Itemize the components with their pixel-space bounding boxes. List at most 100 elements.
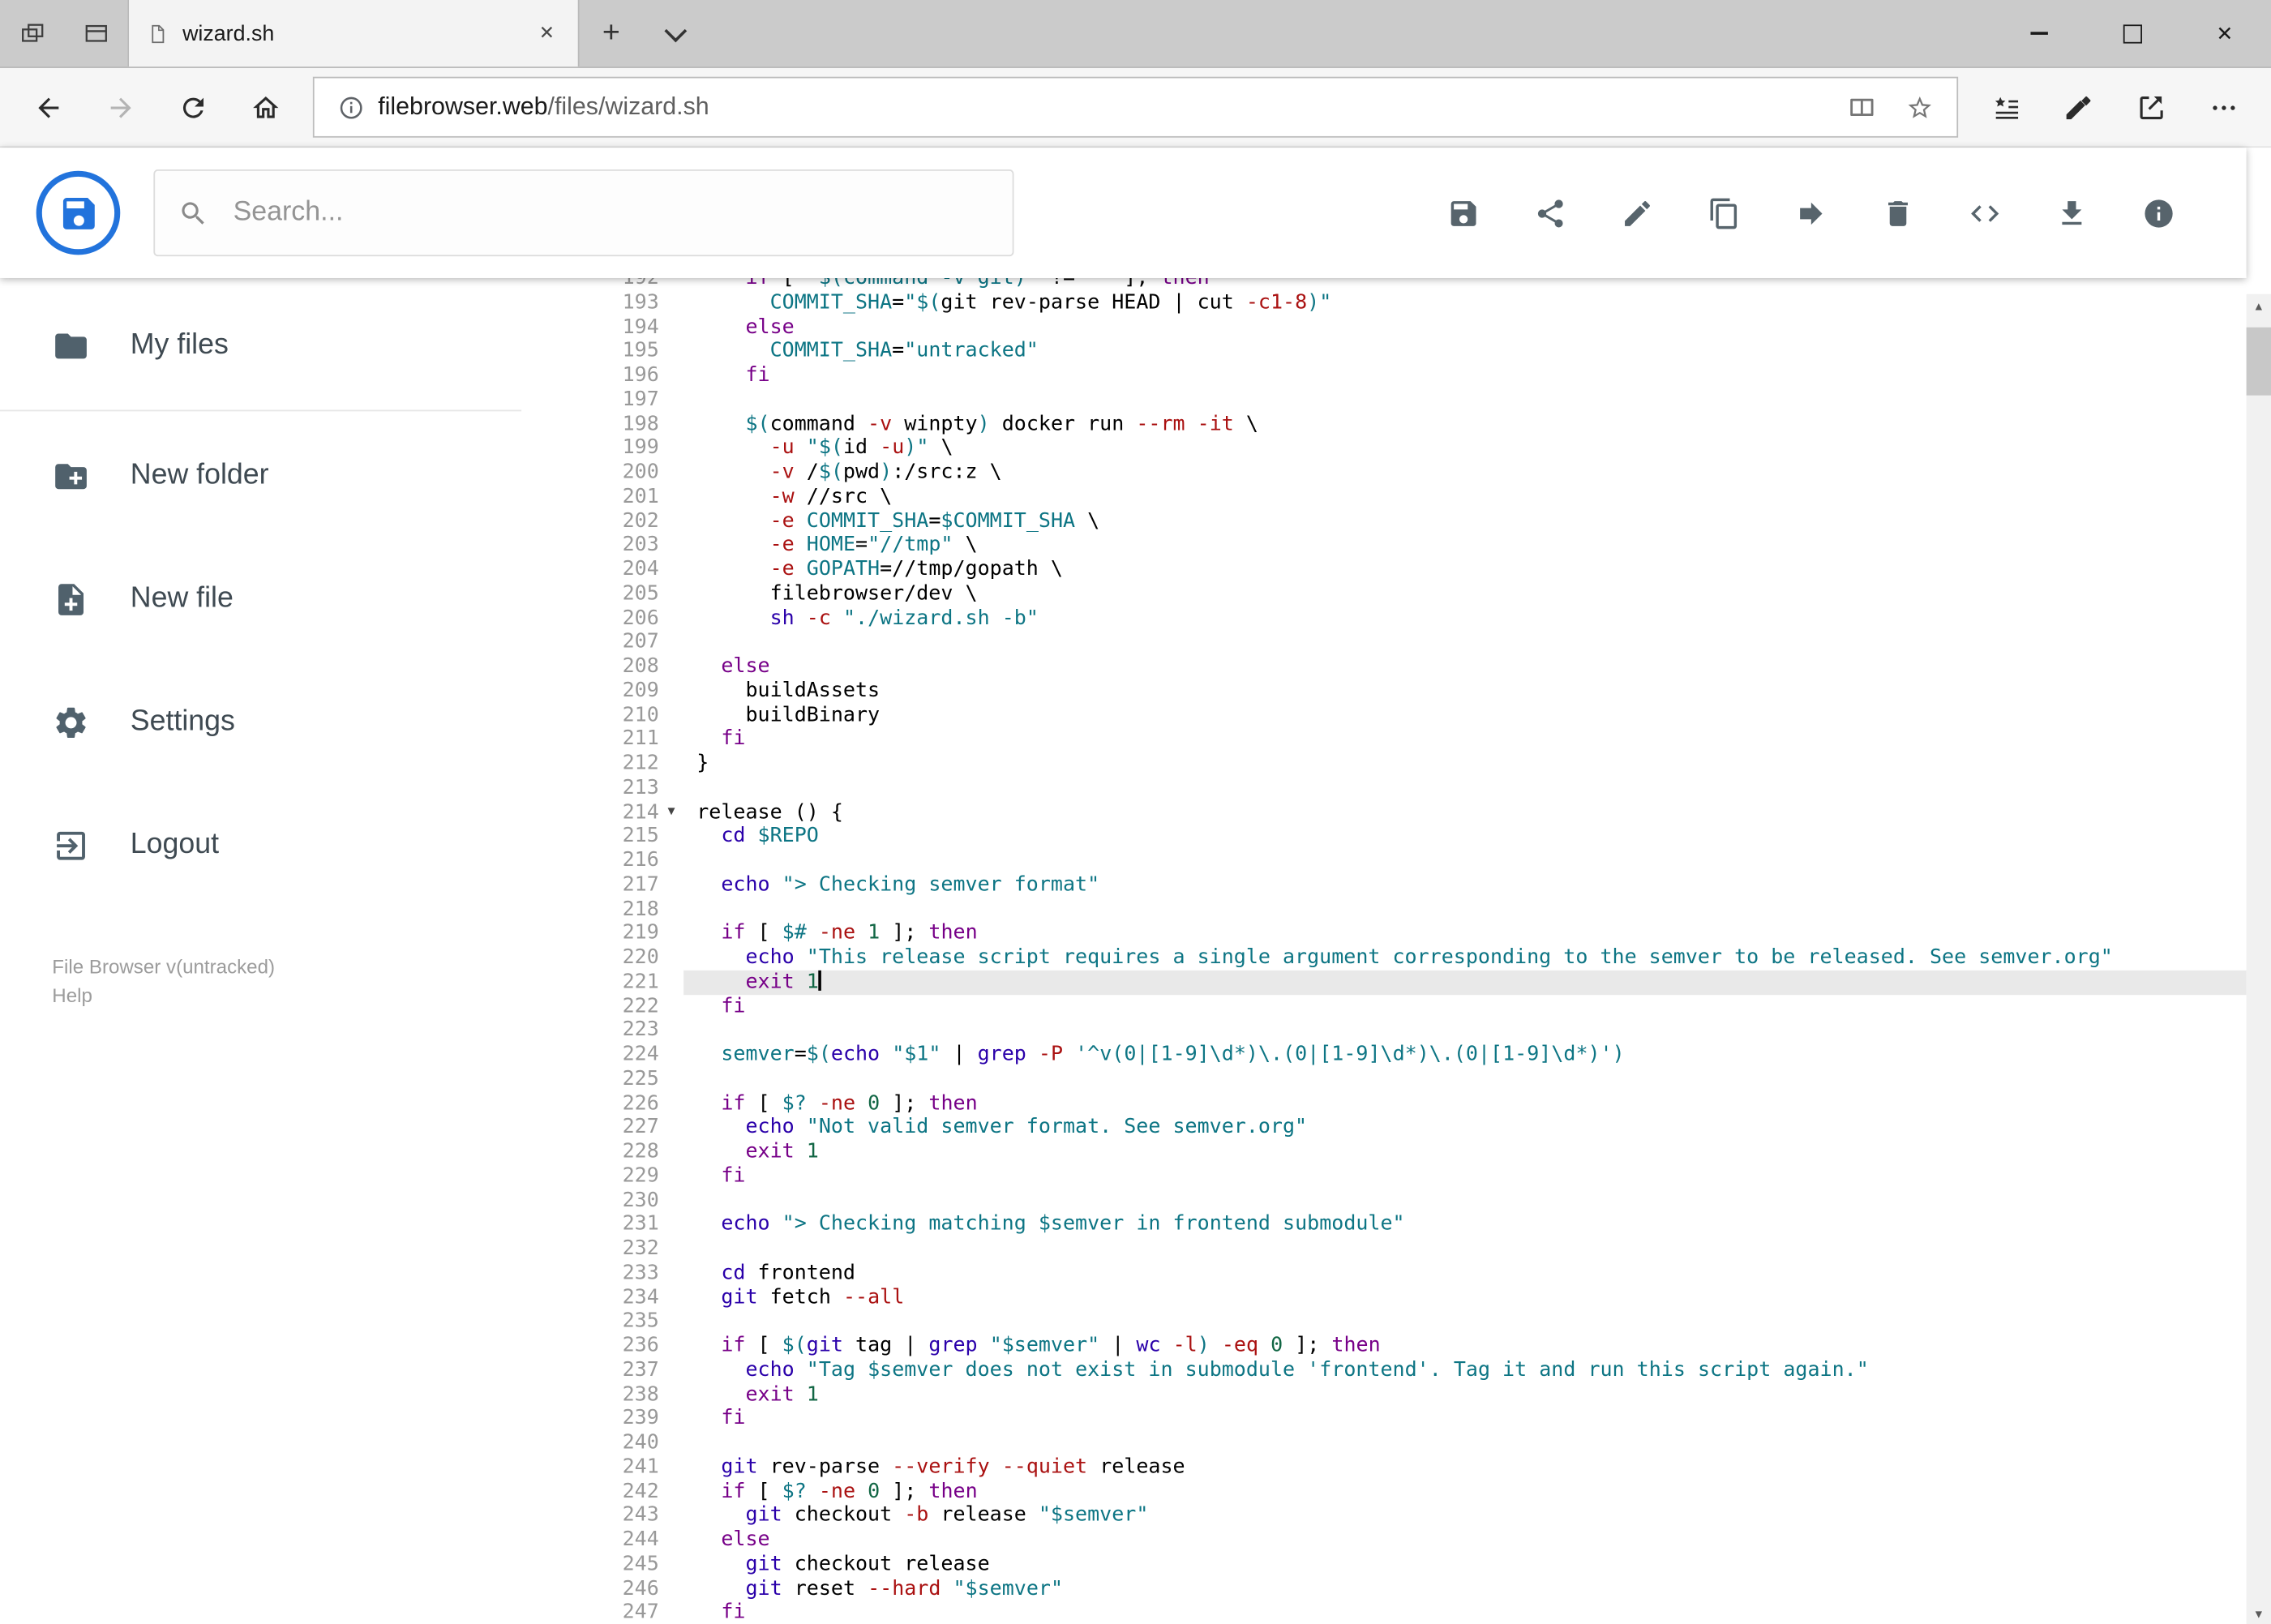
code-line-227[interactable]: 227 echo "Not valid semver format. See s… [580,1116,2247,1140]
code-line-245[interactable]: 245 git checkout release [580,1553,2247,1577]
code-line-213[interactable]: 213 [580,776,2247,800]
code-line-212[interactable]: 212} [580,752,2247,776]
save-button[interactable] [1433,183,1493,242]
tab-close-icon[interactable]: ✕ [533,19,561,48]
code-line-195[interactable]: 195 COMMIT_SHA="untracked" [580,339,2247,363]
code-line-237[interactable]: 237 echo "Tag $semver does not exist in … [580,1358,2247,1382]
refresh-button[interactable] [156,75,229,139]
back-button[interactable] [11,75,84,139]
code-line-205[interactable]: 205 filebrowser/dev \ [580,582,2247,606]
reading-view-button[interactable] [1832,93,1890,121]
code-line-247[interactable]: 247 fi [580,1600,2247,1624]
code-line-246[interactable]: 246 git reset --hard "$semver" [580,1576,2247,1600]
info-button[interactable] [2129,183,2188,242]
code-line-197[interactable]: 197 [580,388,2247,412]
browser-menu-button[interactable] [2187,75,2259,139]
hub-button[interactable] [1969,75,2042,139]
sidebar-item-new-file[interactable]: New file [0,538,580,661]
move-button[interactable] [1781,183,1840,242]
code-line-206[interactable]: 206 sh -c "./wizard.sh -b" [580,606,2247,631]
edit-button[interactable] [1608,183,1667,242]
page-info-icon[interactable] [323,93,378,121]
code-line-224[interactable]: 224 semver=$(echo "$1" | grep -P '^v(0|[… [580,1043,2247,1067]
code-line-218[interactable]: 218 [580,898,2247,922]
scrollbar-thumb[interactable] [2246,327,2271,396]
code-line-200[interactable]: 200 -v /$(pwd):/src:z \ [580,461,2247,485]
code-line-226[interactable]: 226 if [ $? -ne 0 ]; then [580,1091,2247,1116]
download-button[interactable] [2042,183,2102,242]
code-line-196[interactable]: 196 fi [580,363,2247,388]
sidebar-item-my-files[interactable]: My files [0,284,580,407]
code-line-236[interactable]: 236 if [ $(git tag | grep "$semver" | wc… [580,1334,2247,1358]
code-line-243[interactable]: 243 git checkout -b release "$semver" [580,1504,2247,1528]
url-text[interactable]: filebrowser.web/files/wizard.sh [378,92,1832,122]
code-line-242[interactable]: 242 if [ $? -ne 0 ]; then [580,1480,2247,1504]
sidebar-item-logout[interactable]: Logout [0,783,580,906]
share-button[interactable] [1521,183,1580,242]
tab-list-toggle-button[interactable] [643,0,707,66]
sidebar-item-settings[interactable]: Settings [0,661,580,784]
code-line-229[interactable]: 229 fi [580,1164,2247,1189]
browser-tab[interactable]: wizard.sh ✕ [127,0,580,67]
code-line-228[interactable]: 228 exit 1 [580,1140,2247,1164]
forward-button[interactable] [84,75,156,139]
new-tab-button[interactable]: + [580,0,644,66]
code-line-207[interactable]: 207 [580,631,2247,655]
window-minimize-button[interactable] [1993,0,2085,66]
code-line-231[interactable]: 231 echo "> Checking matching $semver in… [580,1213,2247,1237]
code-line-214[interactable]: 214 ▾ release () { [580,800,2247,825]
code-line-244[interactable]: 244 else [580,1528,2247,1553]
code-line-232[interactable]: 232 [580,1237,2247,1262]
copy-button[interactable] [1695,183,1754,242]
add-favorite-button[interactable] [1890,93,1947,121]
app-logo[interactable] [36,170,121,255]
code-line-233[interactable]: 233 cd frontend [580,1261,2247,1285]
set-tabs-aside-button[interactable] [0,0,64,66]
share-page-button[interactable] [2115,75,2187,139]
code-line-234[interactable]: 234 git fetch --all [580,1285,2247,1309]
code-line-230[interactable]: 230 [580,1189,2247,1213]
home-button[interactable] [229,75,301,139]
scroll-up-button[interactable]: ▲ [2247,294,2271,319]
code-line-202[interactable]: 202 -e COMMIT_SHA=$COMMIT_SHA \ [580,509,2247,533]
code-line-198[interactable]: 198 $(command -v winpty) docker run --rm… [580,412,2247,436]
code-line-204[interactable]: 204 -e GOPATH=//tmp/gopath \ [580,558,2247,582]
search-input[interactable] [230,195,990,231]
delete-button[interactable] [1868,183,1927,242]
code-line-238[interactable]: 238 exit 1 [580,1382,2247,1407]
scroll-down-button[interactable]: ▼ [2247,1602,2271,1624]
code-line-235[interactable]: 235 [580,1309,2247,1334]
web-note-button[interactable] [2042,75,2115,139]
page-scrollbar[interactable]: ▲ ▼ [2246,294,2271,1624]
window-close-button[interactable]: ✕ [2179,0,2271,66]
code-line-223[interactable]: 223 [580,1018,2247,1043]
code-line-209[interactable]: 209 buildAssets [580,679,2247,703]
code-line-215[interactable]: 215 cd $REPO [580,825,2247,849]
code-line-241[interactable]: 241 git rev-parse --verify --quiet relea… [580,1455,2247,1480]
code-button[interactable] [1956,183,2015,242]
code-line-192[interactable]: 192 if [ "$(command -v git)" != "" ]; th… [580,278,2247,291]
code-line-211[interactable]: 211 fi [580,727,2247,752]
code-line-221[interactable]: 221 exit 1 [580,970,2247,995]
code-line-240[interactable]: 240 [580,1431,2247,1455]
code-line-222[interactable]: 222 fi [580,994,2247,1018]
code-line-217[interactable]: 217 echo "> Checking semver format" [580,873,2247,898]
code-line-208[interactable]: 208 else [580,654,2247,679]
code-line-201[interactable]: 201 -w //src \ [580,485,2247,509]
help-link[interactable]: Help [52,982,579,1011]
sidebar-item-new-folder[interactable]: New folder [0,414,580,538]
search-bar[interactable] [153,169,1014,257]
code-line-199[interactable]: 199 -u "$(id -u)" \ [580,436,2247,461]
tab-preview-button[interactable] [64,0,128,66]
code-line-239[interactable]: 239 fi [580,1407,2247,1431]
fold-marker-icon[interactable]: ▾ [659,800,683,825]
url-box[interactable]: filebrowser.web/files/wizard.sh [312,76,1959,138]
code-line-193[interactable]: 193 COMMIT_SHA="$(git rev-parse HEAD | c… [580,291,2247,315]
code-line-210[interactable]: 210 buildBinary [580,703,2247,727]
code-line-220[interactable]: 220 echo "This release script requires a… [580,945,2247,970]
code-line-225[interactable]: 225 [580,1067,2247,1091]
code-editor[interactable]: 192 if [ "$(command -v git)" != "" ]; th… [580,278,2247,1624]
code-line-216[interactable]: 216 [580,849,2247,873]
window-maximize-button[interactable] [2085,0,2178,66]
code-line-203[interactable]: 203 -e HOME="//tmp" \ [580,533,2247,558]
